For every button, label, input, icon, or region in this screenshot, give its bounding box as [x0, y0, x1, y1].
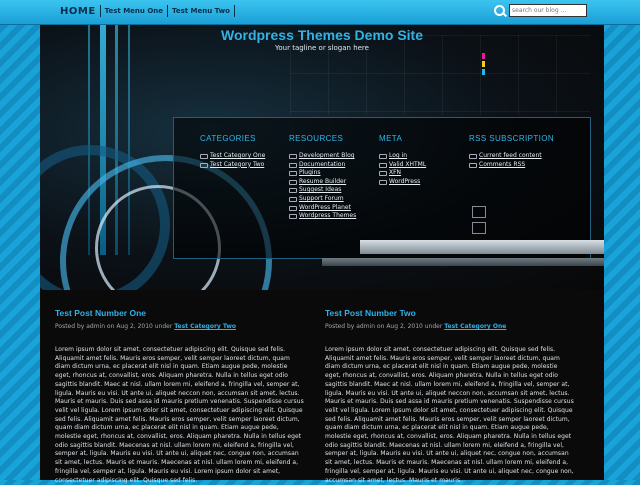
resource-link[interactable]: Wordpress Themes — [289, 212, 356, 221]
rss-link[interactable]: Comments RSS — [469, 161, 554, 170]
widget-meta: META Log in Valid XHTML XFN WordPress — [379, 134, 426, 186]
resource-link[interactable]: Plugins — [289, 169, 356, 178]
main-nav: HOME Test Menu One Test Menu Two — [60, 5, 239, 17]
search-input[interactable] — [509, 4, 587, 17]
resource-link[interactable]: Suggest Ideas — [289, 186, 356, 195]
nav-item-test-menu-two[interactable]: Test Menu Two — [172, 7, 230, 15]
resource-link[interactable]: Resume Builder — [289, 178, 356, 187]
post-card: Test Post Number Two Posted by admin on … — [325, 308, 575, 485]
site-tagline: Your tagline or slogan here — [275, 44, 369, 52]
widget-title: RESOURCES — [289, 134, 344, 143]
nav-divider — [99, 5, 101, 17]
resource-link[interactable]: WordPress Planet — [289, 204, 356, 213]
widget-resources: RESOURCES Development Blog Documentation… — [289, 134, 356, 221]
widget-title: CATEGORIES — [200, 134, 256, 143]
search-area — [494, 4, 587, 17]
meta-link[interactable]: Valid XHTML — [379, 161, 426, 170]
top-nav-bar: HOME Test Menu One Test Menu Two — [0, 0, 640, 25]
stripe-decoration — [360, 240, 604, 254]
post-meta-text: Posted by admin on Aug 2, 2010 under — [325, 323, 443, 330]
nav-item-test-menu-one[interactable]: Test Menu One — [105, 7, 163, 15]
post-meta: Posted by admin on Aug 2, 2010 under Tes… — [55, 323, 305, 330]
meta-link[interactable]: WordPress — [379, 178, 426, 187]
box-decoration — [472, 222, 486, 234]
widget-title: META — [379, 134, 403, 143]
nav-home[interactable]: HOME — [60, 6, 96, 17]
page-container: Wordpress Themes Demo Site Your tagline … — [40, 0, 604, 484]
swatch-magenta — [482, 53, 485, 59]
meta-link[interactable]: Log in — [379, 152, 426, 161]
search-icon[interactable] — [494, 4, 506, 17]
widget-title: RSS SUBSCRIPTION — [469, 134, 555, 143]
resource-link[interactable]: Support Forum — [289, 195, 356, 204]
header-banner: Wordpress Themes Demo Site Your tagline … — [40, 25, 604, 290]
nav-divider — [233, 5, 235, 17]
post-meta: Posted by admin on Aug 2, 2010 under Tes… — [325, 323, 575, 330]
site-title[interactable]: Wordpress Themes Demo Site — [40, 27, 604, 43]
posts-section: Test Post Number One Posted by admin on … — [40, 290, 604, 484]
widget-panel: CATEGORIES Test Category One Test Catego… — [173, 117, 591, 259]
post-body: Lorem ipsum dolor sit amet, consectetuer… — [55, 346, 304, 484]
widget-rss: RSS SUBSCRIPTION Current feed content Co… — [469, 134, 554, 169]
post-category-link[interactable]: Test Category One — [444, 323, 506, 330]
color-swatches — [482, 53, 485, 77]
post-card: Test Post Number One Posted by admin on … — [55, 308, 305, 485]
resource-link[interactable]: Development Blog — [289, 152, 356, 161]
category-link[interactable]: Test Category One — [200, 152, 265, 161]
rss-link[interactable]: Current feed content — [469, 152, 554, 161]
meta-link[interactable]: XFN — [379, 169, 426, 178]
post-title[interactable]: Test Post Number One — [55, 308, 305, 318]
post-title[interactable]: Test Post Number Two — [325, 308, 575, 318]
category-link[interactable]: Test Category Two — [200, 161, 265, 170]
nav-divider — [167, 5, 168, 17]
swatch-cyan — [482, 69, 485, 75]
resource-link[interactable]: Documentation — [289, 161, 356, 170]
stripe-decoration — [322, 258, 604, 266]
post-meta-text: Posted by admin on Aug 2, 2010 under — [55, 323, 173, 330]
post-category-link[interactable]: Test Category Two — [174, 323, 236, 330]
swatch-yellow — [482, 61, 485, 67]
widget-categories: CATEGORIES Test Category One Test Catego… — [200, 134, 265, 169]
box-decoration — [472, 206, 486, 218]
post-body: Lorem ipsum dolor sit amet, consectetuer… — [325, 346, 574, 484]
